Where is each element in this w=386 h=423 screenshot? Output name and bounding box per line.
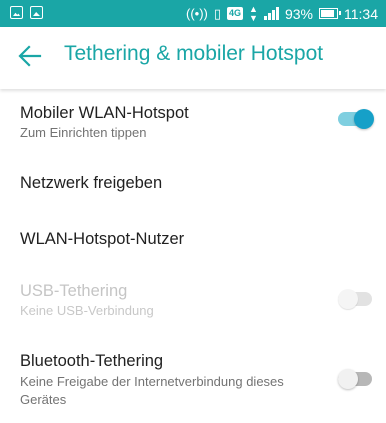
bluetooth-tethering-toggle[interactable] <box>338 369 374 389</box>
setting-title: USB-Tethering <box>20 282 128 300</box>
lte-icon: 4G <box>227 7 244 20</box>
data-arrows-icon: ▲ ▼ <box>249 3 258 23</box>
clock: 11:34 <box>344 5 378 22</box>
setting-title: Bluetooth-Tethering <box>20 352 164 370</box>
setting-usb-tethering: USB-Tethering Keine USB-Verbindung <box>0 265 386 335</box>
usb-tethering-toggle <box>338 289 374 309</box>
setting-title: Mobiler WLAN-Hotspot <box>20 104 189 122</box>
setting-mobile-hotspot[interactable]: Mobiler WLAN-Hotspot Zum Einrichten tipp… <box>0 89 386 153</box>
setting-subtitle: Keine USB-Verbindung <box>20 303 154 318</box>
toggle-knob <box>354 109 374 129</box>
image-notification-icon <box>10 6 23 19</box>
status-bar: ((•)) ▯ 4G ▲ ▼ 93% 11:34 <box>0 0 386 27</box>
system-icons: ((•)) ▯ 4G ▲ ▼ 93% 11:34 <box>186 4 378 23</box>
setting-bluetooth-tethering[interactable]: Bluetooth-Tethering Keine Freigabe der I… <box>0 335 386 423</box>
battery-percent: 93% <box>284 5 313 22</box>
battery-icon <box>319 8 341 19</box>
app-bar: Tethering & mobiler Hotspot <box>0 27 386 89</box>
setting-subtitle: Keine Freigabe der Internetverbindung di… <box>20 374 284 407</box>
signal-icon <box>263 7 279 20</box>
page-title: Tethering & mobiler Hotspot <box>64 42 324 65</box>
photo-notification-icon <box>30 6 43 19</box>
hotspot-icon: ((•)) <box>186 6 208 21</box>
setting-share-network[interactable]: Netzwerk freigeben <box>0 153 386 209</box>
vibrate-icon: ▯ <box>213 6 222 21</box>
setting-title: Netzwerk freigeben <box>20 174 163 192</box>
back-arrow-icon[interactable] <box>16 42 44 70</box>
toggle-knob <box>338 369 358 389</box>
setting-hotspot-users[interactable]: WLAN-Hotspot-Nutzer <box>0 209 386 265</box>
mobile-hotspot-toggle[interactable] <box>338 109 374 129</box>
toggle-knob <box>338 289 358 309</box>
notification-icons <box>10 6 43 21</box>
setting-title: WLAN-Hotspot-Nutzer <box>20 230 185 248</box>
setting-subtitle: Zum Einrichten tippen <box>20 125 147 140</box>
